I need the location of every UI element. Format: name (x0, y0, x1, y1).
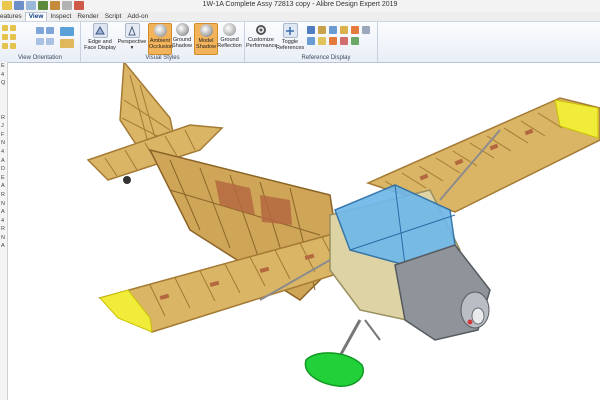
list-item (0, 105, 7, 114)
reference-icon[interactable] (318, 37, 326, 45)
list-item: A (1, 183, 5, 190)
tab-inspect[interactable]: Inspect (47, 12, 74, 21)
list-item: F (1, 131, 5, 138)
list-item: R (1, 191, 5, 198)
reference-display-group: Customize Performance Toggle References … (245, 22, 378, 62)
button-label: Face Display (84, 45, 116, 51)
reference-icon[interactable] (351, 37, 359, 45)
window-title: 1W-1A Complete Assy 72813 copy - Alibre … (202, 1, 398, 8)
view-cube-icon[interactable] (10, 25, 16, 31)
reference-icon[interactable] (340, 37, 348, 45)
button-label: References (276, 45, 305, 51)
list-item: A (1, 157, 5, 164)
reference-csys-icon[interactable] (351, 26, 359, 34)
group-label: Reference Display (301, 55, 351, 61)
model-shadow-button[interactable]: Model Shadow (194, 23, 218, 55)
list-item: Q (1, 80, 6, 87)
edge-face-display-button[interactable]: Edge and Face Display (83, 23, 117, 53)
list-item: 4 (1, 71, 5, 78)
view-icon[interactable] (46, 38, 54, 45)
tab-script[interactable]: Script (102, 12, 125, 21)
sphere-icon (223, 23, 236, 36)
view-cube-icon[interactable] (10, 43, 16, 49)
ribbon-tabs: eatures View Inspect Render Script Add-o… (0, 12, 600, 22)
view-icon[interactable] (60, 27, 74, 36)
3d-viewport[interactable] (8, 63, 600, 400)
prop-hub-icon (467, 319, 473, 325)
view-cube-icon[interactable] (2, 43, 8, 49)
view-icon[interactable] (46, 27, 54, 34)
button-label: Reflection (217, 43, 242, 49)
list-item: N (1, 234, 5, 241)
list-item: A (1, 209, 5, 216)
view-icon[interactable] (36, 27, 44, 34)
sphere-icon (175, 23, 189, 36)
reference-sketch-icon[interactable] (340, 26, 348, 34)
tab-view[interactable]: View (24, 12, 48, 21)
left-panel-strip[interactable]: E 4 Q R J F N 4 A D E A R N A 4 R N A (0, 62, 8, 400)
list-item: N (1, 200, 5, 207)
list-item (0, 96, 7, 105)
toggle-references-button[interactable]: Toggle References (276, 23, 304, 53)
sphere-icon (199, 24, 213, 37)
button-label: Shadow (196, 44, 216, 50)
edge-face-icon (92, 23, 108, 38)
list-item: J (1, 123, 4, 130)
gear-icon (255, 23, 268, 36)
ground-shadow-button[interactable]: Ground Shadow (171, 23, 193, 53)
aircraft-model[interactable] (8, 63, 600, 400)
view-icon[interactable] (60, 39, 74, 48)
view-cube-icon[interactable] (10, 34, 16, 40)
dropdown-chevron-icon: ▾ (130, 45, 134, 51)
reference-icon[interactable] (329, 37, 337, 45)
view-cube-icon[interactable] (2, 34, 8, 40)
list-item: 4 (1, 148, 5, 155)
group-label: Visual Styles (145, 55, 180, 61)
view-icon[interactable] (36, 38, 44, 45)
list-item (0, 88, 7, 97)
tab-render[interactable]: Render (74, 12, 101, 21)
view-orientation-group: View Orientation (0, 22, 81, 62)
ground-reflection-button[interactable]: Ground Reflection (217, 23, 242, 53)
reference-point-icon[interactable] (329, 26, 337, 34)
list-item: A (1, 243, 5, 250)
list-item: R (1, 226, 5, 233)
view-cube-icon[interactable] (2, 25, 8, 31)
tab-features[interactable]: eatures (0, 12, 25, 21)
main-wheel-pant (304, 352, 365, 387)
visual-styles-group: Edge and Face Display Perspective ▾ Ambi… (81, 22, 245, 62)
list-item: N (1, 140, 5, 147)
sphere-icon (153, 24, 167, 37)
tail-wheel (123, 176, 131, 184)
list-item: 4 (1, 217, 5, 224)
reference-icon[interactable] (307, 37, 315, 45)
customize-performance-button[interactable]: Customize Performance (246, 23, 278, 53)
button-label: Occlusion (149, 44, 174, 50)
button-label: Shadow (172, 43, 192, 49)
button-label: Performance (246, 43, 278, 49)
list-item: E (1, 63, 5, 69)
list-item: D (1, 166, 5, 173)
list-item: R (1, 114, 5, 121)
ribbon: View Orientation Edge and Face Display P… (0, 22, 600, 63)
ambient-occlusion-button[interactable]: Ambient Occlusion (148, 23, 174, 55)
group-label: View Orientation (18, 55, 62, 61)
tab-add-on[interactable]: Add-on (124, 12, 151, 21)
list-item: E (1, 174, 5, 181)
reference-misc-icon[interactable] (362, 26, 370, 34)
toggle-references-icon (282, 23, 298, 38)
reference-axis-icon[interactable] (307, 26, 315, 34)
reference-plane-icon[interactable] (318, 26, 326, 34)
perspective-icon (124, 23, 140, 38)
perspective-button[interactable]: Perspective ▾ (117, 23, 147, 53)
